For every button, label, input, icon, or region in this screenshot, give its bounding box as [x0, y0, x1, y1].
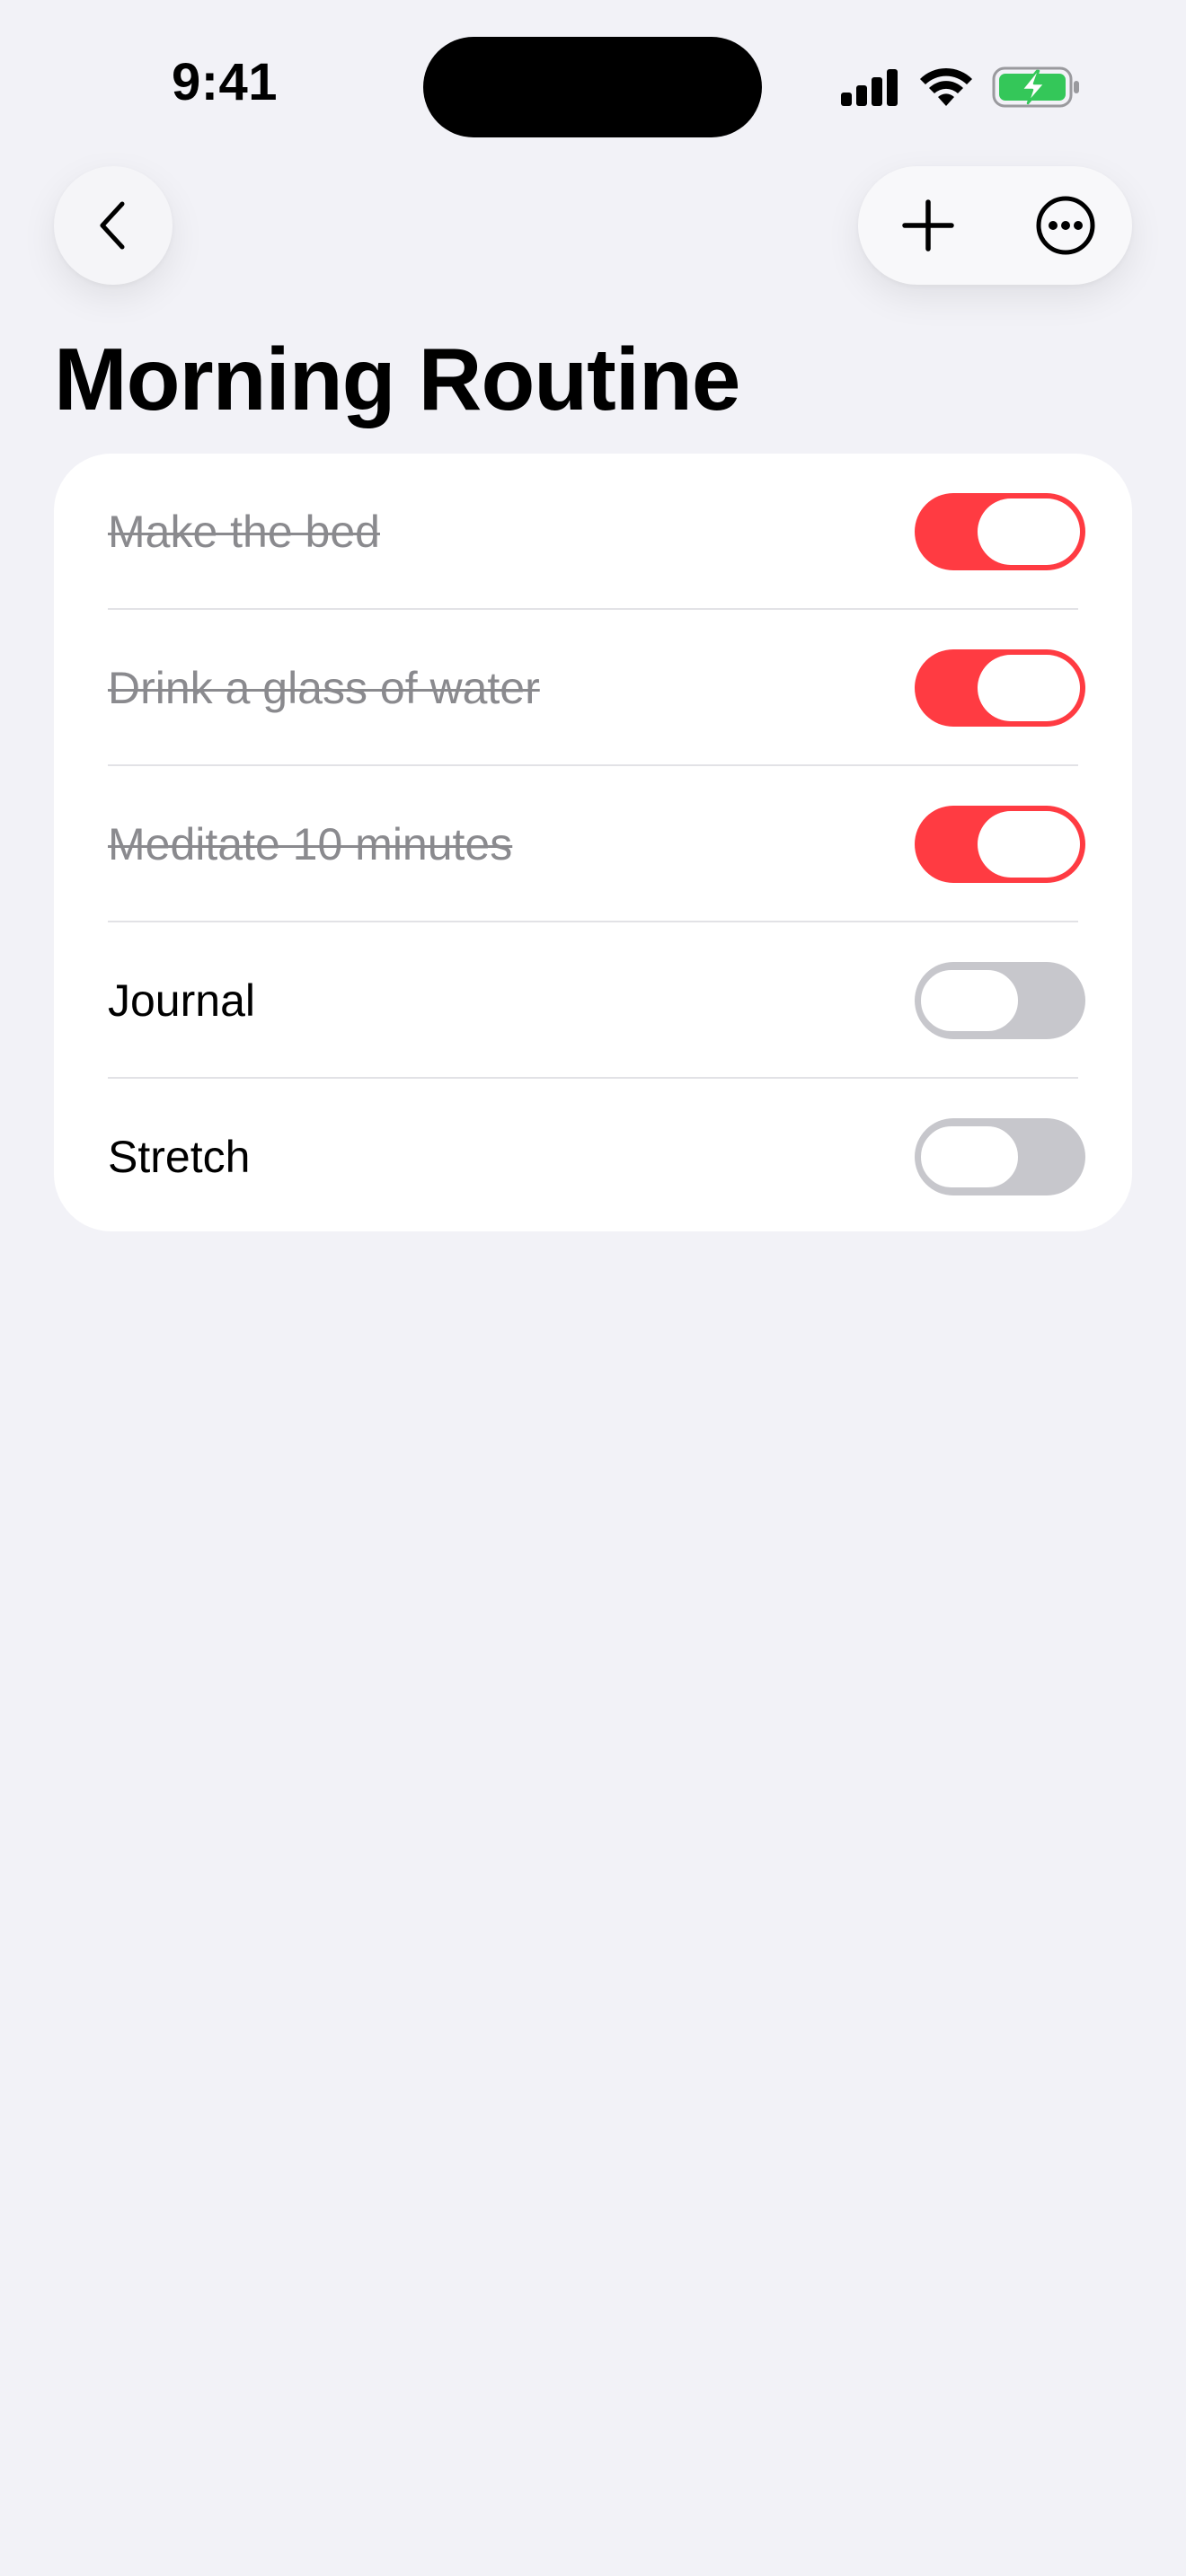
task-label: Make the bed [108, 507, 380, 557]
plus-icon [902, 199, 954, 251]
more-options-button[interactable] [1006, 166, 1125, 285]
dynamic-island [423, 37, 762, 137]
task-row: Drink a glass of water [54, 610, 1132, 766]
task-toggle[interactable] [915, 962, 1085, 1039]
task-list: Make the bed Drink a glass of water Medi… [54, 454, 1132, 1231]
toggle-knob [978, 498, 1080, 565]
task-row: Journal [54, 922, 1132, 1079]
add-task-button[interactable] [869, 166, 987, 285]
back-button[interactable] [54, 166, 173, 285]
status-time: 9:41 [171, 53, 279, 111]
toggle-knob [918, 1124, 1021, 1190]
task-row: Meditate 10 minutes [54, 766, 1132, 922]
cellular-signal-icon [841, 69, 898, 106]
ellipsis-circle-icon [1036, 196, 1095, 255]
toggle-knob [978, 655, 1080, 721]
task-toggle[interactable] [915, 649, 1085, 727]
task-row: Make the bed [54, 454, 1132, 610]
task-label: Meditate 10 minutes [108, 819, 513, 869]
task-label: Drink a glass of water [108, 663, 540, 713]
toggle-knob [978, 811, 1080, 878]
task-toggle[interactable] [915, 806, 1085, 883]
task-label: Stretch [108, 1132, 251, 1182]
toggle-knob [918, 967, 1021, 1034]
task-toggle[interactable] [915, 493, 1085, 570]
wifi-icon [920, 67, 972, 106]
battery-charging-icon [992, 66, 1079, 108]
status-bar: 9:41 [0, 0, 1186, 171]
task-label: Journal [108, 975, 255, 1026]
task-toggle[interactable] [915, 1118, 1085, 1195]
toolbar-action-group [858, 166, 1132, 285]
task-row: Stretch [54, 1079, 1132, 1231]
chevron-left-icon [100, 201, 125, 250]
page-title: Morning Routine [54, 330, 740, 428]
